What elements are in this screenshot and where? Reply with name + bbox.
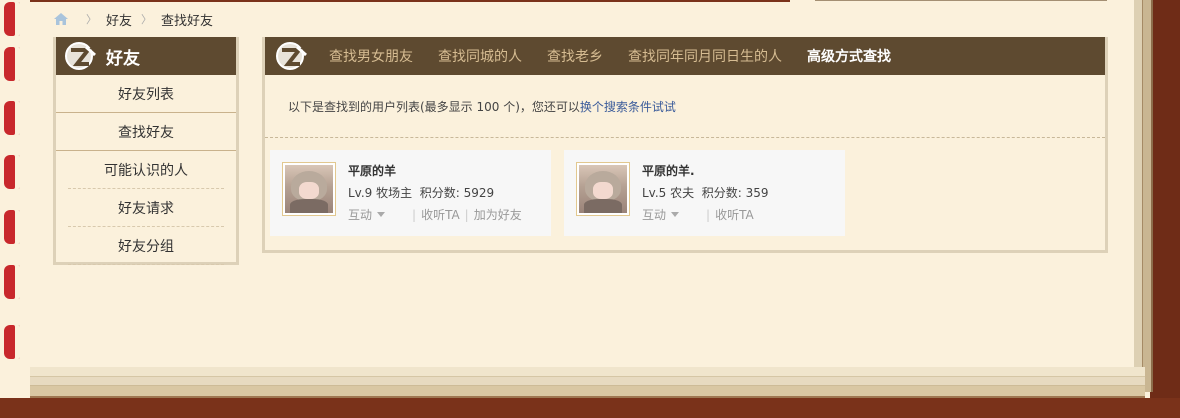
page-edge — [30, 367, 1145, 377]
avatar[interactable] — [282, 162, 336, 216]
divider: | — [706, 207, 711, 222]
divider: | — [464, 207, 469, 222]
user-points: 359 — [745, 186, 769, 200]
binding-spine — [0, 0, 30, 367]
binding-ring — [4, 325, 20, 359]
breadcrumb-item-friends[interactable]: 好友 — [106, 10, 132, 29]
binding-ring — [4, 210, 20, 244]
result-info-text: 以下是查找到的用户列表(最多显示 100 个)，您还可以 — [288, 99, 580, 114]
user-list: 平原的羊 Lv.9 牧场主 积分数: 5929 互动 | 收听TA | 加为好友… — [265, 138, 1105, 236]
breadcrumb-separator: 〉 — [141, 13, 153, 26]
user-name[interactable]: 平原的羊. — [642, 162, 695, 179]
tab-find-same-city[interactable]: 查找同城的人 — [438, 46, 522, 66]
book-cover-bottom — [0, 398, 1180, 418]
book-cover-right — [1150, 0, 1180, 400]
page-edge — [1143, 0, 1153, 392]
user-actions: 互动 | 收听TA — [642, 206, 754, 223]
home-icon[interactable] — [53, 12, 69, 26]
user-actions: 互动 | 收听TA | 加为好友 — [348, 206, 522, 223]
main-panel: 查找男女朋友 查找同城的人 查找老乡 查找同年同月同日生的人 高级方式查找 以下… — [262, 37, 1108, 253]
sidebar-item-friend-list[interactable]: 好友列表 — [56, 75, 236, 113]
user-points-label: 积分数: — [419, 186, 460, 200]
follow-button[interactable]: 收听TA — [715, 206, 754, 223]
user-name[interactable]: 平原的羊 — [348, 162, 396, 179]
tab-find-hometown[interactable]: 查找老乡 — [547, 46, 603, 66]
sidebar-title: 好友 — [106, 48, 140, 69]
user-points-label: 积分数: — [701, 186, 742, 200]
page-edge — [1134, 0, 1143, 386]
tab-advanced-search[interactable]: 高级方式查找 — [807, 46, 891, 66]
tab-bar: 查找男女朋友 查找同城的人 查找老乡 查找同年同月同日生的人 高级方式查找 — [265, 37, 1105, 75]
follow-button[interactable]: 收听TA — [421, 206, 460, 223]
avatar[interactable] — [576, 162, 630, 216]
tab-find-partner[interactable]: 查找男女朋友 — [329, 46, 413, 66]
top-border — [815, 0, 1107, 1]
binding-ring — [4, 265, 20, 299]
divider: | — [412, 207, 417, 222]
breadcrumb: 〉 好友 〉 查找好友 — [53, 9, 213, 29]
result-info: 以下是查找到的用户列表(最多显示 100 个)，您还可以 换个搜索条件试试 — [265, 75, 1105, 138]
user-level: Lv.9 牧场主 积分数: 5929 — [348, 184, 494, 201]
binding-ring — [4, 155, 20, 189]
logo-icon — [64, 41, 98, 71]
binding-ring — [4, 47, 20, 81]
page-edge — [30, 386, 1145, 398]
page-edge — [30, 377, 1145, 386]
sidebar: 好友 好友列表 查找好友 可能认识的人 好友请求 好友分组 — [53, 37, 239, 265]
chevron-down-icon[interactable] — [377, 212, 386, 217]
tab-find-same-birthday[interactable]: 查找同年同月同日生的人 — [628, 46, 782, 66]
interact-button[interactable]: 互动 — [642, 206, 666, 223]
user-level: Lv.5 农夫 积分数: 359 — [642, 184, 769, 201]
user-level-text: Lv.9 牧场主 — [348, 186, 413, 200]
sidebar-header: 好友 — [56, 37, 236, 75]
chevron-down-icon[interactable] — [671, 212, 680, 217]
interact-button[interactable]: 互动 — [348, 206, 372, 223]
change-search-link[interactable]: 换个搜索条件试试 — [580, 98, 676, 115]
sidebar-item-people-you-may-know[interactable]: 可能认识的人 — [68, 151, 224, 189]
sidebar-item-friend-groups[interactable]: 好友分组 — [68, 227, 224, 265]
sidebar-item-friend-requests[interactable]: 好友请求 — [68, 189, 224, 227]
breadcrumb-separator: 〉 — [86, 13, 97, 26]
binding-ring — [4, 2, 20, 36]
user-card: 平原的羊. Lv.5 农夫 积分数: 359 互动 | 收听TA — [564, 150, 845, 236]
top-border — [30, 0, 790, 2]
add-friend-button[interactable]: 加为好友 — [474, 206, 522, 223]
binding-ring — [4, 101, 20, 135]
logo-icon — [275, 41, 309, 71]
user-card: 平原的羊 Lv.9 牧场主 积分数: 5929 互动 | 收听TA | 加为好友 — [270, 150, 551, 236]
user-level-text: Lv.5 农夫 — [642, 186, 695, 200]
user-points: 5929 — [463, 186, 495, 200]
breadcrumb-item-find-friends: 查找好友 — [161, 13, 214, 29]
sidebar-item-find-friends[interactable]: 查找好友 — [56, 113, 236, 151]
